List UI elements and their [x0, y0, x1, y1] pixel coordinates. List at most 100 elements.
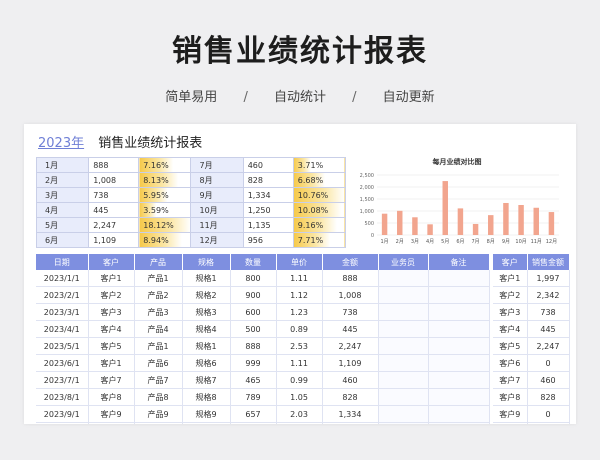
table-cell[interactable]: 产品2 [134, 286, 183, 304]
table-cell[interactable]: 828 [322, 388, 379, 406]
table-cell[interactable]: 657 [230, 405, 277, 423]
table-cell[interactable]: 2023/3/1 [36, 303, 89, 321]
table-cell[interactable]: 产品1 [134, 270, 183, 287]
table-cell[interactable] [378, 422, 429, 424]
table-cell[interactable] [378, 270, 429, 287]
table-cell[interactable]: 2023/2/1 [36, 286, 89, 304]
table-cell[interactable]: 738 [527, 303, 570, 321]
table-cell[interactable]: 客户8 [493, 388, 528, 406]
table-cell[interactable]: 888 [322, 270, 379, 287]
table-cell[interactable]: 客户9 [88, 405, 135, 423]
table-cell[interactable]: 规格6 [182, 354, 231, 372]
table-cell[interactable] [428, 422, 490, 424]
table-cell[interactable]: 规格2 [182, 422, 231, 424]
table-cell[interactable]: 1.11 [276, 270, 323, 287]
table-cell[interactable]: 445 [527, 320, 570, 338]
table-cell[interactable]: 0.99 [276, 371, 323, 389]
table-cell[interactable]: 2,247 [527, 337, 570, 355]
table-cell[interactable] [378, 303, 429, 321]
table-cell[interactable]: 规格1 [182, 270, 231, 287]
table-cell[interactable]: 2023/10/1 [36, 422, 89, 424]
table-cell[interactable]: 2,247 [322, 337, 379, 355]
table-cell[interactable]: 888 [230, 337, 277, 355]
table-cell[interactable]: 828 [527, 388, 570, 406]
table-cell[interactable]: 500 [230, 320, 277, 338]
table-cell[interactable]: 999 [230, 354, 277, 372]
table-cell[interactable]: 856 [230, 422, 277, 424]
table-cell[interactable] [428, 270, 490, 287]
table-cell[interactable]: 1,109 [322, 354, 379, 372]
table-cell[interactable]: 规格7 [182, 371, 231, 389]
table-cell[interactable]: 1.46 [276, 422, 323, 424]
table-cell[interactable]: 客户6 [493, 354, 528, 372]
table-cell[interactable] [378, 286, 429, 304]
table-cell[interactable]: 800 [230, 270, 277, 287]
table-cell[interactable]: 1.11 [276, 354, 323, 372]
table-cell[interactable]: 客户7 [493, 371, 528, 389]
table-cell[interactable]: 客户7 [88, 371, 135, 389]
table-cell[interactable] [428, 354, 490, 372]
table-cell[interactable]: 2023/8/1 [36, 388, 89, 406]
table-cell[interactable] [378, 354, 429, 372]
table-cell[interactable]: 产品4 [134, 320, 183, 338]
table-cell[interactable] [378, 371, 429, 389]
table-cell[interactable]: 460 [527, 371, 570, 389]
table-cell[interactable]: 445 [322, 320, 379, 338]
table-cell[interactable]: 产品8 [134, 388, 183, 406]
table-cell[interactable]: 1,250 [322, 422, 379, 424]
table-cell[interactable] [428, 286, 490, 304]
table-cell[interactable]: 客户4 [493, 320, 528, 338]
table-cell[interactable]: 2.53 [276, 337, 323, 355]
table-cell[interactable]: 产品3 [134, 303, 183, 321]
table-cell[interactable]: 1.23 [276, 303, 323, 321]
table-cell[interactable]: 2023/7/1 [36, 371, 89, 389]
table-cell[interactable]: 客户3 [88, 303, 135, 321]
table-cell[interactable] [378, 320, 429, 338]
table-cell[interactable] [378, 337, 429, 355]
table-cell[interactable] [428, 337, 490, 355]
table-cell[interactable] [428, 388, 490, 406]
table-cell[interactable]: 2023/4/1 [36, 320, 89, 338]
table-cell[interactable]: 1.05 [276, 388, 323, 406]
table-cell[interactable]: 客户10 [88, 422, 135, 424]
table-cell[interactable]: 客户2 [493, 286, 528, 304]
table-cell[interactable] [428, 320, 490, 338]
table-cell[interactable]: 2,342 [527, 286, 570, 304]
table-cell[interactable]: 600 [230, 303, 277, 321]
table-cell[interactable]: 客户1 [493, 270, 528, 287]
year-selector[interactable]: 2023年 [38, 136, 84, 151]
table-cell[interactable]: 客户10 [493, 422, 528, 424]
table-cell[interactable]: 客户1 [88, 354, 135, 372]
table-cell[interactable]: 465 [230, 371, 277, 389]
table-cell[interactable] [428, 405, 490, 423]
table-cell[interactable]: 789 [230, 388, 277, 406]
table-cell[interactable] [378, 405, 429, 423]
table-cell[interactable]: 产品1 [134, 337, 183, 355]
table-cell[interactable] [428, 371, 490, 389]
table-cell[interactable]: 规格2 [182, 286, 231, 304]
table-cell[interactable]: 客户4 [88, 320, 135, 338]
table-cell[interactable]: 0 [527, 354, 570, 372]
table-cell[interactable]: 0 [527, 405, 570, 423]
table-cell[interactable] [378, 388, 429, 406]
table-cell[interactable]: 规格1 [182, 337, 231, 355]
table-cell[interactable]: 客户1 [88, 270, 135, 287]
table-cell[interactable]: 1,997 [527, 270, 570, 287]
table-cell[interactable]: 738 [322, 303, 379, 321]
table-cell[interactable] [428, 303, 490, 321]
table-cell[interactable]: 产品9 [134, 405, 183, 423]
table-cell[interactable]: 1,008 [322, 286, 379, 304]
table-cell[interactable]: 2023/1/1 [36, 270, 89, 287]
table-cell[interactable]: 产品7 [134, 371, 183, 389]
table-cell[interactable]: 客户8 [88, 388, 135, 406]
table-cell[interactable]: 900 [230, 286, 277, 304]
table-cell[interactable]: 规格8 [182, 388, 231, 406]
table-cell[interactable]: 2.03 [276, 405, 323, 423]
table-cell[interactable]: 客户5 [88, 337, 135, 355]
table-cell[interactable]: 客户3 [493, 303, 528, 321]
table-cell[interactable]: 2023/9/1 [36, 405, 89, 423]
table-cell[interactable]: 客户2 [88, 286, 135, 304]
table-cell[interactable]: 客户5 [493, 337, 528, 355]
table-cell[interactable]: 460 [322, 371, 379, 389]
table-cell[interactable]: 客户9 [493, 405, 528, 423]
